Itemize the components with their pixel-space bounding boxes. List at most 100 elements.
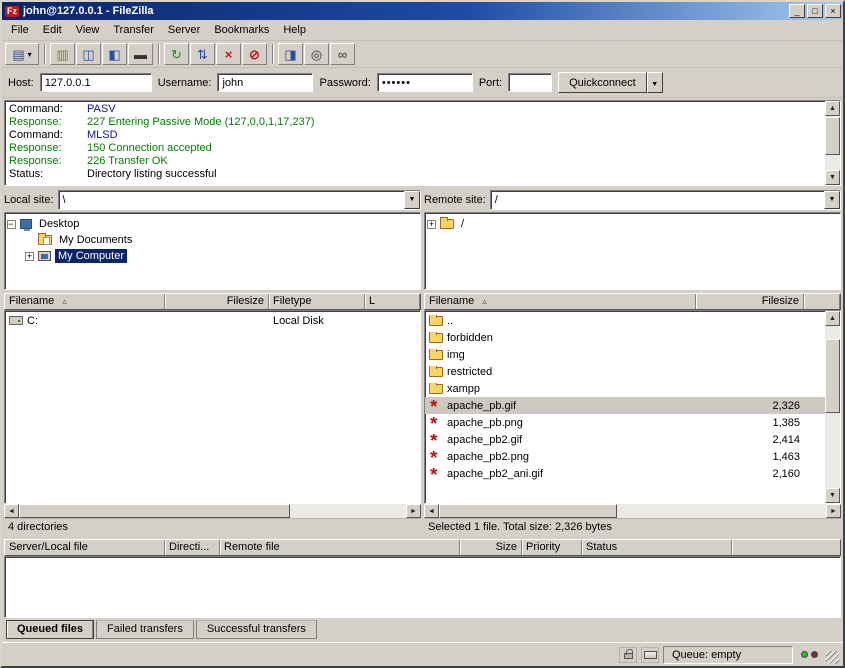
column-header[interactable]: L — [365, 294, 420, 309]
column-header[interactable]: Status — [582, 540, 732, 555]
toggle-transfer-queue-button[interactable]: ▬ — [128, 43, 153, 65]
dropdown-icon[interactable] — [404, 191, 420, 209]
queue-tab[interactable]: Failed transfers — [96, 620, 194, 639]
tree-item-icon — [20, 219, 32, 229]
local-file-list: C:Local Disk — [5, 311, 420, 503]
file-row[interactable]: C:Local Disk — [5, 312, 420, 329]
transfer-queue[interactable] — [4, 556, 841, 618]
tree-item[interactable]: Desktop — [7, 216, 418, 232]
menu-item[interactable]: Help — [276, 22, 313, 38]
close-button[interactable]: × — [825, 4, 841, 18]
encryption-indicator-icon[interactable] — [619, 647, 637, 663]
scroll-right-icon[interactable] — [826, 504, 841, 518]
scroll-track[interactable] — [439, 504, 826, 518]
file-row[interactable]: apache_pb2.gif2,414 — [425, 431, 825, 448]
resize-grip[interactable] — [826, 651, 839, 664]
toggle-tree-views-button[interactable]: ◫ — [76, 43, 101, 65]
expander-icon[interactable] — [427, 220, 436, 229]
menu-item[interactable]: Transfer — [106, 22, 161, 38]
tree-item[interactable]: My Documents — [7, 232, 418, 248]
log-scrollbar[interactable] — [825, 101, 840, 185]
column-header[interactable]: Filesize — [696, 294, 804, 309]
file-row[interactable]: forbidden — [425, 329, 825, 346]
tree-item[interactable]: / — [427, 216, 838, 232]
column-header[interactable]: Filename — [5, 294, 165, 309]
scroll-thumb[interactable] — [19, 504, 290, 518]
find-files-button[interactable]: ◎ — [304, 43, 329, 65]
file-row[interactable]: apache_pb.png1,385 — [425, 414, 825, 431]
remote-site-combo[interactable]: / — [490, 190, 841, 210]
file-row[interactable]: img — [425, 346, 825, 363]
menu-item[interactable]: Server — [161, 22, 207, 38]
expander-icon[interactable] — [25, 252, 34, 261]
scroll-thumb[interactable] — [825, 117, 840, 156]
username-input[interactable] — [217, 73, 313, 92]
menu-item[interactable]: Bookmarks — [207, 22, 276, 38]
menu-item[interactable]: Edit — [36, 22, 69, 38]
scroll-up-icon[interactable] — [825, 101, 840, 116]
column-header[interactable]: Priority — [522, 540, 582, 555]
scroll-left-icon[interactable] — [424, 504, 439, 518]
queue-tab[interactable]: Successful transfers — [196, 620, 317, 639]
site-manager-button[interactable]: ▤ — [5, 43, 39, 65]
dropdown-icon[interactable] — [824, 191, 840, 209]
activity-led-green-icon — [801, 651, 808, 658]
local-hscrollbar[interactable] — [4, 504, 421, 518]
column-header[interactable]: Filesize — [165, 294, 269, 309]
file-row[interactable]: apache_pb2.png1,463 — [425, 448, 825, 465]
scroll-track[interactable] — [825, 116, 840, 170]
toggle-detail-views-button[interactable]: ◧ — [102, 43, 127, 65]
maximize-button[interactable]: □ — [807, 4, 823, 18]
column-header[interactable]: Server/Local file — [5, 540, 165, 555]
compare-directories-button[interactable]: ◨ — [278, 43, 303, 65]
log-line: Response:227 Entering Passive Mode (127,… — [9, 116, 821, 129]
cancel-operation-button[interactable]: × — [216, 43, 241, 65]
quickconnect-button[interactable]: Quickconnect — [558, 72, 647, 93]
column-header[interactable] — [804, 294, 840, 309]
file-row[interactable]: xampp — [425, 380, 825, 397]
file-row[interactable]: apache_pb.gif2,326 — [425, 397, 825, 414]
scroll-thumb[interactable] — [439, 504, 617, 518]
column-header[interactable]: Filename — [425, 294, 696, 309]
file-row[interactable]: .. — [425, 312, 825, 329]
log-line: Response:150 Connection accepted — [9, 142, 821, 155]
scroll-track[interactable] — [825, 326, 840, 488]
menu-item[interactable]: File — [4, 22, 36, 38]
file-row[interactable]: restricted — [425, 363, 825, 380]
menu-item[interactable]: View — [69, 22, 107, 38]
column-header[interactable]: Size — [460, 540, 522, 555]
toggle-message-log-button[interactable]: ▥ — [50, 43, 75, 65]
local-site-combo[interactable]: \ — [58, 190, 421, 210]
column-header[interactable]: Filetype — [269, 294, 365, 309]
tree-item[interactable]: My Computer — [7, 248, 418, 264]
log-line: Command:PASV — [9, 103, 821, 116]
scroll-track[interactable] — [19, 504, 406, 518]
file-icon — [429, 417, 443, 429]
column-header[interactable]: Directi... — [165, 540, 220, 555]
password-input[interactable] — [377, 73, 473, 92]
port-input[interactable] — [508, 73, 552, 92]
toolbar-separator — [158, 44, 160, 64]
minimize-button[interactable]: _ — [789, 4, 805, 18]
scroll-down-icon[interactable] — [825, 488, 840, 503]
scroll-down-icon[interactable] — [825, 170, 840, 185]
file-icon — [429, 451, 443, 463]
process-queue-button[interactable]: ⇅ — [190, 43, 215, 65]
scroll-left-icon[interactable] — [4, 504, 19, 518]
expander-icon[interactable] — [7, 220, 16, 229]
scroll-right-icon[interactable] — [406, 504, 421, 518]
host-input[interactable] — [40, 73, 152, 92]
transfer-type-indicator-icon[interactable] — [641, 647, 659, 663]
quickconnect-dropdown-icon[interactable] — [647, 72, 663, 93]
file-row[interactable]: apache_pb2_ani.gif2,160 — [425, 465, 825, 482]
column-header[interactable]: Remote file — [220, 540, 460, 555]
remote-hscrollbar[interactable] — [424, 504, 841, 518]
scroll-up-icon[interactable] — [825, 311, 840, 326]
remote-vscrollbar[interactable] — [825, 311, 840, 503]
scroll-thumb[interactable] — [825, 339, 840, 414]
disconnect-button[interactable]: ⊘ — [242, 43, 267, 65]
refresh-button[interactable]: ↻ — [164, 43, 189, 65]
synchronized-browsing-button[interactable]: ∞ — [330, 43, 355, 65]
titlebar[interactable]: Fz john@127.0.0.1 - FileZilla _□× — [2, 2, 843, 20]
queue-tab[interactable]: Queued files — [6, 620, 94, 639]
